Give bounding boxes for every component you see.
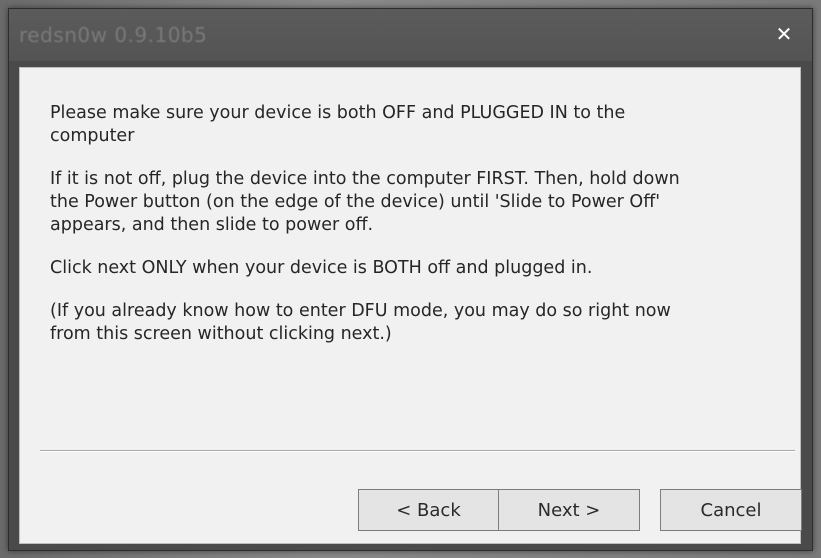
- dialog-content: Please make sure your device is both OFF…: [19, 67, 802, 544]
- close-icon: ✕: [775, 22, 793, 46]
- window-title: redsn0w 0.9.10b5: [19, 23, 208, 47]
- instruction-message: Please make sure your device is both OFF…: [50, 102, 690, 366]
- back-button[interactable]: < Back: [358, 489, 498, 531]
- desktop-background: redsn0w 0.9.10b5 ✕ Please make sure your…: [0, 0, 821, 558]
- next-button[interactable]: Next >: [498, 489, 640, 531]
- instruction-paragraph-2: If it is not off, plug the device into t…: [50, 169, 680, 235]
- instruction-paragraph-4: (If you already know how to enter DFU mo…: [50, 301, 671, 344]
- title-bar[interactable]: redsn0w 0.9.10b5 ✕: [9, 9, 812, 61]
- instruction-paragraph-1: Please make sure your device is both OFF…: [50, 103, 626, 146]
- cancel-button[interactable]: Cancel: [660, 489, 802, 531]
- button-separator: [40, 450, 795, 452]
- instruction-paragraph-3: Click next ONLY when your device is BOTH…: [50, 258, 593, 278]
- redsn0w-dialog-window: redsn0w 0.9.10b5 ✕ Please make sure your…: [8, 8, 813, 551]
- close-button[interactable]: ✕: [764, 17, 804, 51]
